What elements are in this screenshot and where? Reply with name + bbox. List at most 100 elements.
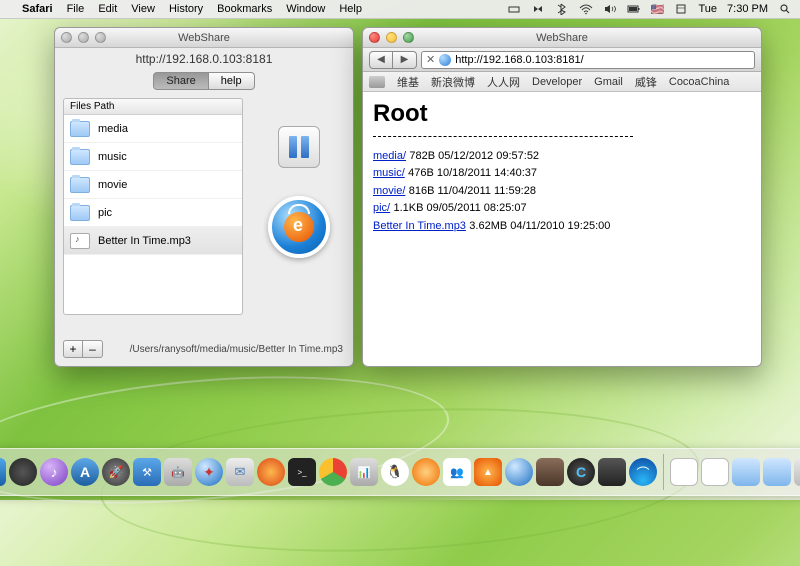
menu-edit[interactable]: Edit bbox=[98, 3, 117, 15]
bookmark-item[interactable]: 新浪微博 bbox=[431, 74, 475, 90]
dock-app-icon[interactable] bbox=[567, 458, 595, 486]
minimize-button[interactable] bbox=[78, 32, 89, 43]
menu-file[interactable]: File bbox=[67, 3, 85, 15]
toggles-icon[interactable] bbox=[531, 3, 545, 15]
back-button[interactable]: ◀ bbox=[369, 51, 393, 69]
menu-view[interactable]: View bbox=[131, 3, 155, 15]
dock-mail-icon[interactable] bbox=[226, 458, 254, 486]
menu-history[interactable]: History bbox=[169, 3, 203, 15]
dock-finder-icon[interactable] bbox=[0, 458, 6, 486]
list-item[interactable]: music bbox=[64, 143, 242, 171]
bookmark-item[interactable]: CocoaChina bbox=[669, 76, 730, 88]
folder-icon bbox=[70, 177, 90, 193]
entry-meta: 782B 05/12/2012 09:57:52 bbox=[409, 150, 539, 162]
wifi-icon[interactable] bbox=[579, 3, 593, 15]
webshare-titlebar[interactable]: WebShare bbox=[55, 28, 353, 48]
entry-link[interactable]: media/ bbox=[373, 150, 406, 162]
dock-chrome-icon[interactable] bbox=[319, 458, 347, 486]
entry-link[interactable]: music/ bbox=[373, 167, 405, 179]
volume-icon[interactable] bbox=[603, 3, 617, 15]
bookmark-item[interactable]: 人人网 bbox=[487, 74, 520, 90]
bookmarks-menu-icon[interactable] bbox=[369, 76, 385, 88]
dock-appstore-icon[interactable] bbox=[71, 458, 99, 486]
dock-dashboard-icon[interactable] bbox=[9, 458, 37, 486]
zoom-button[interactable] bbox=[95, 32, 106, 43]
directory-entry: media/ 782B 05/12/2012 09:57:52 bbox=[373, 147, 751, 164]
spotlight-icon[interactable] bbox=[674, 3, 688, 15]
dock-automator-icon[interactable] bbox=[164, 458, 192, 486]
server-url-label: http://192.168.0.103:8181 bbox=[55, 48, 353, 70]
forward-button[interactable]: ▶ bbox=[393, 51, 417, 69]
list-item[interactable]: movie bbox=[64, 171, 242, 199]
menubar: Safari File Edit View History Bookmarks … bbox=[0, 0, 800, 19]
dock-trash-icon[interactable] bbox=[794, 458, 800, 486]
dock-xcode-icon[interactable] bbox=[133, 458, 161, 486]
entry-link[interactable]: pic/ bbox=[373, 202, 390, 214]
address-bar[interactable]: ✕ http://192.168.0.103:8181/ bbox=[421, 51, 755, 69]
folder-icon bbox=[70, 121, 90, 137]
webshare-logo-icon bbox=[268, 196, 330, 258]
dock-app-icon[interactable] bbox=[598, 458, 626, 486]
dock-msn-icon[interactable] bbox=[443, 458, 471, 486]
page-heading: Root bbox=[373, 100, 751, 128]
menu-window[interactable]: Window bbox=[286, 3, 325, 15]
dock-webshare-icon[interactable] bbox=[629, 458, 657, 486]
remove-button[interactable]: – bbox=[83, 340, 103, 358]
dock-stack-icon[interactable] bbox=[701, 458, 729, 486]
entry-link[interactable]: Better In Time.mp3 bbox=[373, 220, 466, 232]
entry-meta: 3.62MB 04/11/2010 19:25:00 bbox=[469, 220, 610, 232]
safari-window: WebShare ◀ ▶ ✕ http://192.168.0.103:8181… bbox=[362, 27, 762, 367]
pause-button[interactable] bbox=[278, 126, 320, 168]
menu-help[interactable]: Help bbox=[339, 3, 362, 15]
minimize-button[interactable] bbox=[386, 32, 397, 43]
close-button[interactable] bbox=[369, 32, 380, 43]
file-name: Better In Time.mp3 bbox=[98, 235, 191, 247]
dock-folder-icon[interactable] bbox=[732, 458, 760, 486]
bookmark-item[interactable]: Developer bbox=[532, 76, 582, 88]
dock-app-icon[interactable] bbox=[536, 458, 564, 486]
tab-share[interactable]: Share bbox=[153, 72, 208, 90]
menulet-icon[interactable] bbox=[507, 3, 521, 15]
entry-meta: 476B 10/18/2011 14:40:37 bbox=[408, 167, 537, 179]
dock-itunes-icon[interactable] bbox=[40, 458, 68, 486]
add-button[interactable]: + bbox=[63, 340, 83, 358]
list-item[interactable]: pic bbox=[64, 199, 242, 227]
dock-activity-icon[interactable] bbox=[350, 458, 378, 486]
dock-vlc-icon[interactable] bbox=[474, 458, 502, 486]
bookmark-item[interactable]: Gmail bbox=[594, 76, 623, 88]
app-menu[interactable]: Safari bbox=[22, 3, 53, 15]
zoom-button[interactable] bbox=[403, 32, 414, 43]
dock-separator bbox=[663, 454, 664, 490]
menu-bookmarks[interactable]: Bookmarks bbox=[217, 3, 272, 15]
clock-day[interactable]: Tue bbox=[698, 3, 717, 15]
safari-titlebar[interactable]: WebShare bbox=[363, 28, 761, 48]
dock-terminal-icon[interactable] bbox=[288, 458, 316, 486]
list-item[interactable]: Better In Time.mp3 bbox=[64, 227, 242, 255]
list-item[interactable]: media bbox=[64, 115, 242, 143]
dock-app-icon[interactable] bbox=[412, 458, 440, 486]
dock-app-icon[interactable] bbox=[505, 458, 533, 486]
bookmark-item[interactable]: 维基 bbox=[397, 74, 419, 90]
bluetooth-icon[interactable] bbox=[555, 3, 569, 15]
files-list[interactable]: media music movie pic Better In Time.mp3 bbox=[63, 115, 243, 315]
dock-stack-icon[interactable] bbox=[670, 458, 698, 486]
webshare-window: WebShare http://192.168.0.103:8181 Share… bbox=[54, 27, 354, 367]
files-header: Files Path bbox=[63, 98, 243, 115]
dock-qq-icon[interactable] bbox=[381, 458, 409, 486]
entry-link[interactable]: movie/ bbox=[373, 185, 405, 197]
entry-meta: 1.1KB 09/05/2011 08:25:07 bbox=[393, 202, 526, 214]
dock-launchpad-icon[interactable] bbox=[102, 458, 130, 486]
file-name: media bbox=[98, 123, 128, 135]
dock-firefox-icon[interactable] bbox=[257, 458, 285, 486]
input-flag-icon[interactable]: 🇺🇸 bbox=[651, 3, 665, 16]
battery-icon[interactable] bbox=[627, 3, 641, 15]
tab-help[interactable]: help bbox=[209, 72, 255, 90]
dock-safari-icon[interactable] bbox=[195, 458, 223, 486]
clock-time[interactable]: 7:30 PM bbox=[727, 3, 768, 15]
bookmark-item[interactable]: 威锋 bbox=[635, 74, 657, 90]
dock-folder-icon[interactable] bbox=[763, 458, 791, 486]
directory-entry: music/ 476B 10/18/2011 14:40:37 bbox=[373, 164, 751, 181]
close-button[interactable] bbox=[61, 32, 72, 43]
search-icon[interactable] bbox=[778, 3, 792, 15]
reload-icon[interactable]: ✕ bbox=[426, 53, 435, 66]
